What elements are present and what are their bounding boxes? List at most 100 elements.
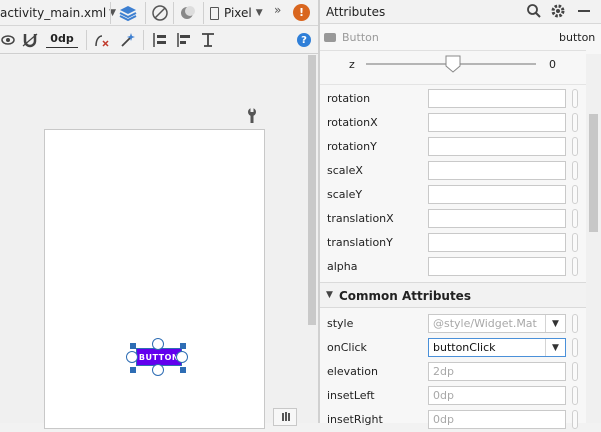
- common-attr-field[interactable]: @style/Widget.Mat ▼: [428, 314, 566, 333]
- common-attributes-section[interactable]: ▼ Common Attributes: [320, 282, 586, 308]
- transform-resource-picker[interactable]: [572, 161, 578, 180]
- transform-label: rotationX: [327, 116, 378, 129]
- constraint-anchor-left[interactable]: [126, 351, 138, 363]
- transform-resource-picker[interactable]: [572, 185, 578, 204]
- device-selector[interactable]: Pixel ▼: [210, 4, 263, 22]
- transform-label: scaleY: [327, 188, 363, 201]
- eye-icon[interactable]: [0, 30, 16, 50]
- gear-icon[interactable]: [550, 3, 566, 19]
- transform-field[interactable]: [428, 161, 566, 180]
- dropdown-arrow-icon[interactable]: ▼: [545, 339, 565, 356]
- dropdown-arrow-icon[interactable]: ▼: [545, 315, 565, 332]
- device-preview[interactable]: [44, 129, 265, 429]
- transform-field[interactable]: [428, 113, 566, 132]
- help-icon[interactable]: ?: [297, 33, 311, 47]
- transform-field[interactable]: [428, 233, 566, 252]
- transform-resource-picker[interactable]: [572, 113, 578, 132]
- chevron-down-icon: ▼: [326, 290, 333, 300]
- transform-field[interactable]: [428, 209, 566, 228]
- transform-row: rotationX: [320, 111, 586, 135]
- common-attr-field[interactable]: buttonClick ▼: [428, 338, 566, 357]
- warning-icon[interactable]: !: [293, 4, 310, 21]
- common-attr-resource-picker[interactable]: [572, 410, 578, 429]
- device-label: Pixel: [224, 6, 252, 20]
- file-tab-label: activity_main.xml: [0, 6, 107, 20]
- component-id[interactable]: button: [559, 31, 595, 44]
- common-attr-resource-picker[interactable]: [572, 362, 578, 381]
- file-tab[interactable]: activity_main.xml ▼: [0, 4, 116, 22]
- attributes-scrollbar[interactable]: [586, 54, 601, 423]
- transform-resource-picker[interactable]: [572, 89, 578, 108]
- common-attr-value: 0dp: [433, 389, 454, 402]
- common-attr-label: elevation: [327, 365, 378, 378]
- resize-handle[interactable]: [180, 343, 186, 349]
- guidelines-icon[interactable]: [148, 30, 170, 50]
- common-attr-label: style: [327, 317, 354, 330]
- wrench-icon[interactable]: [246, 108, 258, 124]
- common-attr-resource-picker[interactable]: [572, 314, 578, 333]
- distribute-icon[interactable]: [198, 30, 220, 50]
- transform-row: alpha: [320, 255, 586, 279]
- scrollbar-thumb[interactable]: [589, 114, 598, 232]
- infer-constraints-icon[interactable]: [118, 30, 138, 50]
- transform-field[interactable]: [428, 257, 566, 276]
- editor-toolbar-top: activity_main.xml ▼ Pixel ▼ » !: [0, 0, 318, 26]
- canvas-scrollbar[interactable]: [306, 55, 318, 423]
- resize-handle[interactable]: [180, 367, 186, 373]
- layers-icon[interactable]: [116, 2, 140, 24]
- common-attr-resource-picker[interactable]: [572, 386, 578, 405]
- common-attr-field[interactable]: 0dp: [428, 386, 566, 405]
- transform-row: scaleY: [320, 183, 586, 207]
- night-mode-icon[interactable]: [176, 2, 200, 24]
- transform-resource-picker[interactable]: [572, 233, 578, 252]
- search-icon[interactable]: [526, 3, 542, 19]
- transform-field[interactable]: [428, 137, 566, 156]
- transform-row: rotation: [320, 87, 586, 111]
- editor-toolbar-bottom: 0dp ?: [0, 26, 318, 54]
- common-attr-label: insetRight: [327, 413, 383, 426]
- transform-resource-picker[interactable]: [572, 209, 578, 228]
- common-attr-field[interactable]: 2dp: [428, 362, 566, 381]
- common-attr-resource-picker[interactable]: [572, 338, 578, 357]
- chevron-down-icon: ▼: [255, 8, 263, 18]
- align-icon[interactable]: [174, 30, 196, 50]
- transform-resource-picker[interactable]: [572, 257, 578, 276]
- z-slider-thumb[interactable]: [445, 55, 461, 73]
- common-attr-value: 0dp: [433, 413, 454, 426]
- common-attr-row: style @style/Widget.Mat ▼: [320, 312, 586, 336]
- resize-handle[interactable]: [130, 367, 136, 373]
- transform-label: rotation: [327, 92, 371, 105]
- phone-icon: [210, 6, 219, 20]
- transform-label: translationY: [327, 236, 393, 249]
- overflow-chevron-icon[interactable]: »: [274, 3, 281, 17]
- common-attr-field[interactable]: 0dp: [428, 410, 566, 429]
- common-attr-row: insetLeft 0dp: [320, 384, 586, 408]
- transform-row: translationY: [320, 231, 586, 255]
- default-margin-field[interactable]: 0dp: [46, 32, 78, 48]
- common-attr-row: insetRight 0dp: [320, 408, 586, 432]
- component-type: Button: [342, 31, 379, 44]
- attributes-header: Attributes: [320, 0, 601, 24]
- common-attr-value: 2dp: [433, 365, 454, 378]
- section-title: Common Attributes: [339, 289, 471, 303]
- transform-field[interactable]: [428, 89, 566, 108]
- constraint-anchor-right[interactable]: [176, 351, 188, 363]
- transform-row: rotationY: [320, 135, 586, 159]
- z-value: 0: [549, 58, 556, 71]
- minimize-icon[interactable]: [578, 10, 590, 12]
- magnet-icon[interactable]: [20, 30, 40, 50]
- common-attr-value: buttonClick: [433, 341, 496, 354]
- constraint-anchor-top[interactable]: [152, 338, 164, 350]
- transform-label: alpha: [327, 260, 358, 273]
- pan-tool-icon[interactable]: [273, 408, 297, 426]
- transform-row: scaleX: [320, 159, 586, 183]
- common-attr-value: @style/Widget.Mat: [433, 317, 537, 330]
- transform-field[interactable]: [428, 185, 566, 204]
- transform-label: scaleX: [327, 164, 363, 177]
- constraint-anchor-bottom[interactable]: [152, 364, 164, 376]
- scrollbar-thumb[interactable]: [308, 55, 316, 325]
- transform-resource-picker[interactable]: [572, 137, 578, 156]
- resize-handle[interactable]: [130, 343, 136, 349]
- orientation-icon[interactable]: [148, 2, 172, 24]
- clear-constraints-icon[interactable]: [92, 30, 112, 50]
